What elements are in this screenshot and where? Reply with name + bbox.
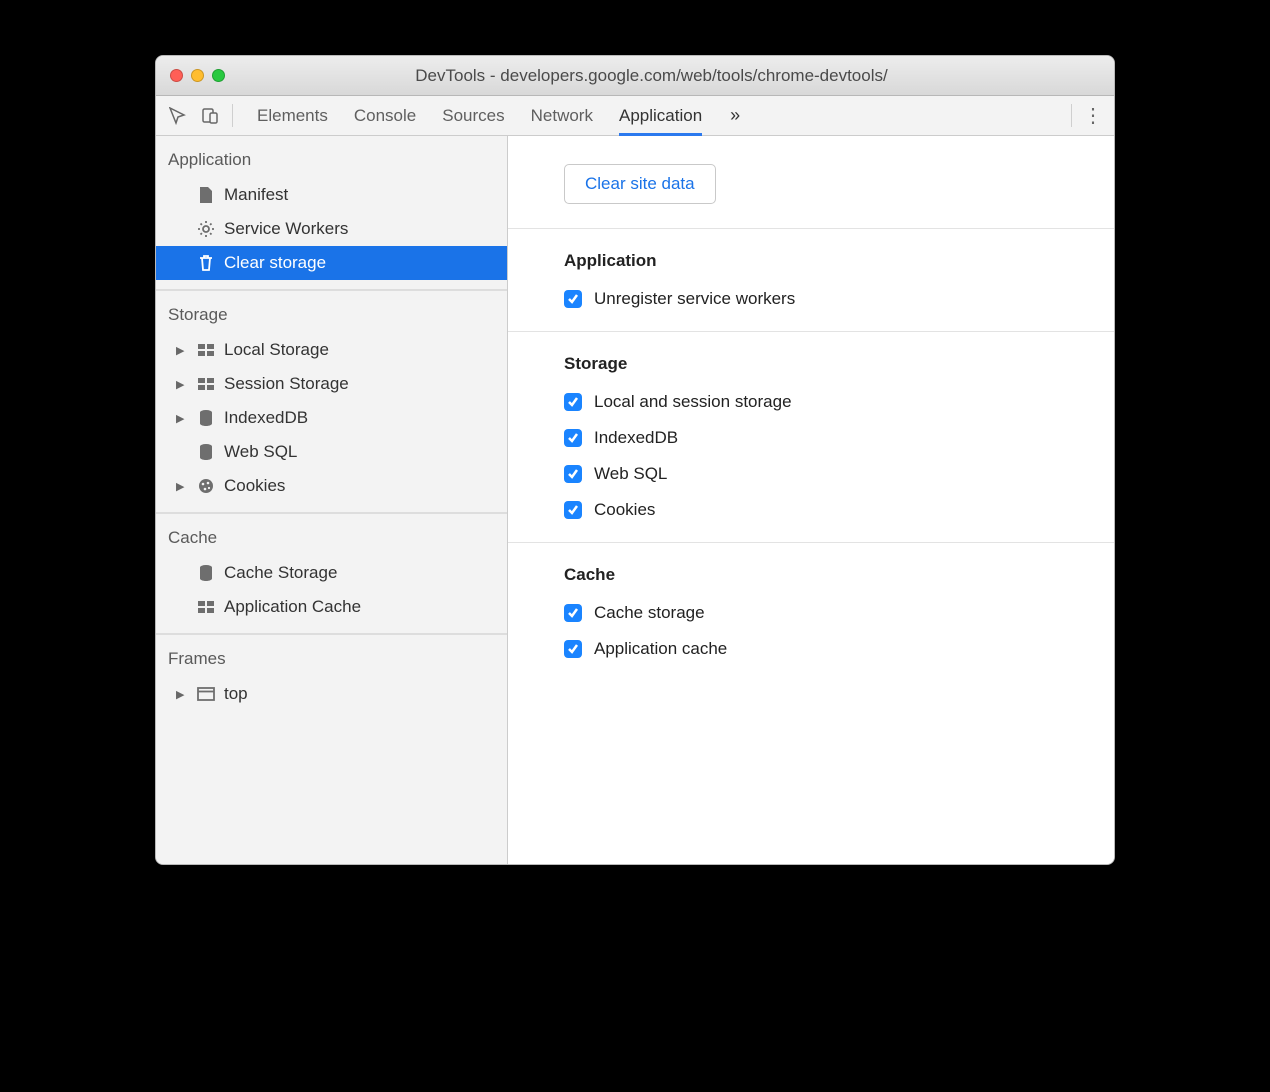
tab-network[interactable]: Network [531,96,593,135]
sidebar-item-label: top [224,684,248,704]
chevron-right-icon: ▶ [176,378,188,391]
panel-body: Application Manifest Service Workers [156,136,1114,864]
check-label: Application cache [594,639,727,659]
chevron-right-icon: ▶ [176,344,188,357]
sidebar-item-label: Clear storage [224,253,326,273]
application-sidebar: Application Manifest Service Workers [156,136,508,864]
section-title: Application [564,251,1114,271]
window-title: DevTools - developers.google.com/web/too… [233,66,1100,86]
sidebar-group-header: Frames [156,634,507,677]
sidebar-item-cache-storage[interactable]: Cache Storage [156,556,507,590]
checkbox-icon[interactable] [564,393,582,411]
database-icon [196,443,216,461]
window-close-button[interactable] [170,69,183,82]
sidebar-item-label: Manifest [224,185,288,205]
window-minimize-button[interactable] [191,69,204,82]
sidebar-item-service-workers[interactable]: Service Workers [156,212,507,246]
sidebar-item-websql[interactable]: Web SQL [156,435,507,469]
panel-tabs: Elements Console Sources Network Applica… [239,96,720,135]
sidebar-item-label: IndexedDB [224,408,308,428]
file-icon [196,186,216,204]
frame-icon [196,687,216,701]
database-icon [196,564,216,582]
sidebar-item-label: Session Storage [224,374,349,394]
devtools-menu-button[interactable]: ⋮ [1078,96,1108,135]
section-storage: Storage Local and session storage Indexe… [508,332,1114,543]
tab-sources[interactable]: Sources [442,96,504,135]
check-label: IndexedDB [594,428,678,448]
chevron-right-icon: ▶ [176,412,188,425]
clear-site-data-button[interactable]: Clear site data [564,164,716,204]
tab-application[interactable]: Application [619,97,702,136]
sidebar-item-indexeddb[interactable]: ▶ IndexedDB [156,401,507,435]
section-title: Storage [564,354,1114,374]
checkbox-icon[interactable] [564,465,582,483]
inspect-element-icon[interactable] [162,96,194,135]
sidebar-item-cookies[interactable]: ▶ Cookies [156,469,507,503]
check-application-cache[interactable]: Application cache [564,639,1114,659]
tab-console[interactable]: Console [354,96,416,135]
sidebar-item-label: Service Workers [224,219,348,239]
tabs-overflow-button[interactable]: » [720,96,750,135]
window-titlebar: DevTools - developers.google.com/web/too… [156,56,1114,96]
devtools-window: DevTools - developers.google.com/web/too… [155,55,1115,865]
check-label: Cache storage [594,603,705,623]
grid-icon [196,343,216,357]
sidebar-item-session-storage[interactable]: ▶ Session Storage [156,367,507,401]
section-cache: Cache Cache storage Application cache [508,543,1114,681]
sidebar-item-top-frame[interactable]: ▶ top [156,677,507,711]
check-label: Web SQL [594,464,667,484]
sidebar-item-application-cache[interactable]: Application Cache [156,590,507,624]
grid-icon [196,600,216,614]
chevron-right-icon: ▶ [176,688,188,701]
sidebar-item-label: Web SQL [224,442,297,462]
sidebar-group-header: Cache [156,513,507,556]
check-label: Local and session storage [594,392,792,412]
cookie-icon [196,477,216,495]
checkbox-icon[interactable] [564,429,582,447]
checkbox-icon[interactable] [564,290,582,308]
checkbox-icon[interactable] [564,501,582,519]
checkbox-icon[interactable] [564,640,582,658]
sidebar-group-header: Application [156,136,507,178]
checkbox-icon[interactable] [564,604,582,622]
check-label: Unregister service workers [594,289,795,309]
tab-elements[interactable]: Elements [257,96,328,135]
sidebar-item-label: Local Storage [224,340,329,360]
sidebar-item-label: Cookies [224,476,285,496]
check-indexeddb[interactable]: IndexedDB [564,428,1114,448]
check-unregister-service-workers[interactable]: Unregister service workers [564,289,1114,309]
check-label: Cookies [594,500,655,520]
toolbar-separator [1071,104,1072,127]
clear-storage-panel: Clear site data Application Unregister s… [508,136,1114,864]
section-application: Application Unregister service workers [508,229,1114,332]
check-cache-storage[interactable]: Cache storage [564,603,1114,623]
sidebar-item-clear-storage[interactable]: Clear storage [156,246,507,280]
devtools-toolbar: Elements Console Sources Network Applica… [156,96,1114,136]
check-cookies[interactable]: Cookies [564,500,1114,520]
check-local-session-storage[interactable]: Local and session storage [564,392,1114,412]
sidebar-item-local-storage[interactable]: ▶ Local Storage [156,333,507,367]
trash-icon [196,254,216,272]
chevron-right-icon: ▶ [176,480,188,493]
check-websql[interactable]: Web SQL [564,464,1114,484]
sidebar-item-manifest[interactable]: Manifest [156,178,507,212]
sidebar-item-label: Cache Storage [224,563,337,583]
gear-icon [196,220,216,238]
sidebar-item-label: Application Cache [224,597,361,617]
sidebar-group-header: Storage [156,290,507,333]
database-icon [196,409,216,427]
section-title: Cache [564,565,1114,585]
toolbar-separator [232,104,233,127]
grid-icon [196,377,216,391]
toggle-device-icon[interactable] [194,96,226,135]
clear-site-data-section: Clear site data [508,136,1114,229]
window-zoom-button[interactable] [212,69,225,82]
